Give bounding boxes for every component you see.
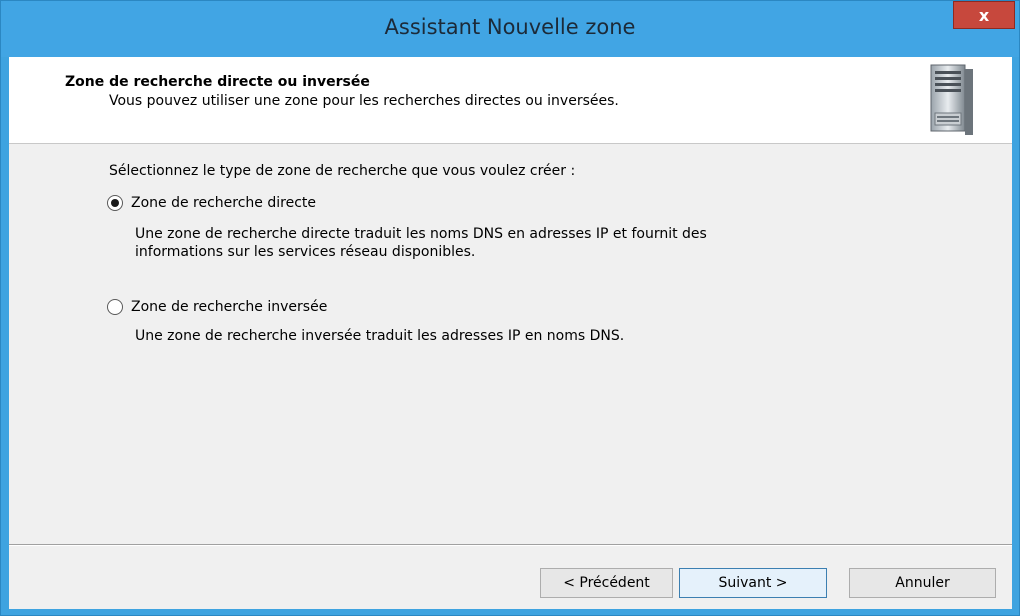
radio-button-selected[interactable] (107, 195, 123, 211)
radio-label[interactable]: Zone de recherche inversée (131, 299, 327, 315)
description-line: Une zone de recherche inversée traduit l… (135, 328, 625, 344)
wizard-client-area: Zone de recherche directe ou inversée Vo… (9, 57, 1012, 609)
next-button[interactable]: Suivant > (679, 568, 827, 598)
description-line: informations sur les services réseau dis… (135, 244, 476, 260)
radio-reverse-lookup[interactable]: Zone de recherche inversée (107, 299, 327, 315)
close-button[interactable]: x (953, 1, 1015, 29)
page-title: Zone de recherche directe ou inversée (65, 74, 370, 90)
title-bar[interactable]: Assistant Nouvelle zone x (1, 1, 1019, 57)
prompt-text: Sélectionnez le type de zone de recherch… (109, 163, 576, 179)
previous-button[interactable]: < Précédent (540, 568, 673, 598)
radio-forward-lookup[interactable]: Zone de recherche directe (107, 195, 316, 211)
footer-separator (9, 544, 1012, 546)
close-icon: x (978, 5, 990, 25)
page-subtitle: Vous pouvez utiliser une zone pour les r… (109, 93, 619, 109)
server-icon (930, 64, 973, 135)
description-line: Une zone de recherche directe traduit le… (135, 226, 707, 242)
wizard-window: Assistant Nouvelle zone x Zone de recher… (0, 0, 1020, 616)
radio-label[interactable]: Zone de recherche directe (131, 195, 316, 211)
option-description: Une zone de recherche inversée traduit l… (135, 327, 624, 345)
radio-button-unselected[interactable] (107, 299, 123, 315)
window-title: Assistant Nouvelle zone (384, 15, 636, 39)
wizard-header: Zone de recherche directe ou inversée Vo… (9, 57, 1012, 144)
option-description: Une zone de recherche directe traduit le… (135, 225, 707, 261)
cancel-button[interactable]: Annuler (849, 568, 996, 598)
